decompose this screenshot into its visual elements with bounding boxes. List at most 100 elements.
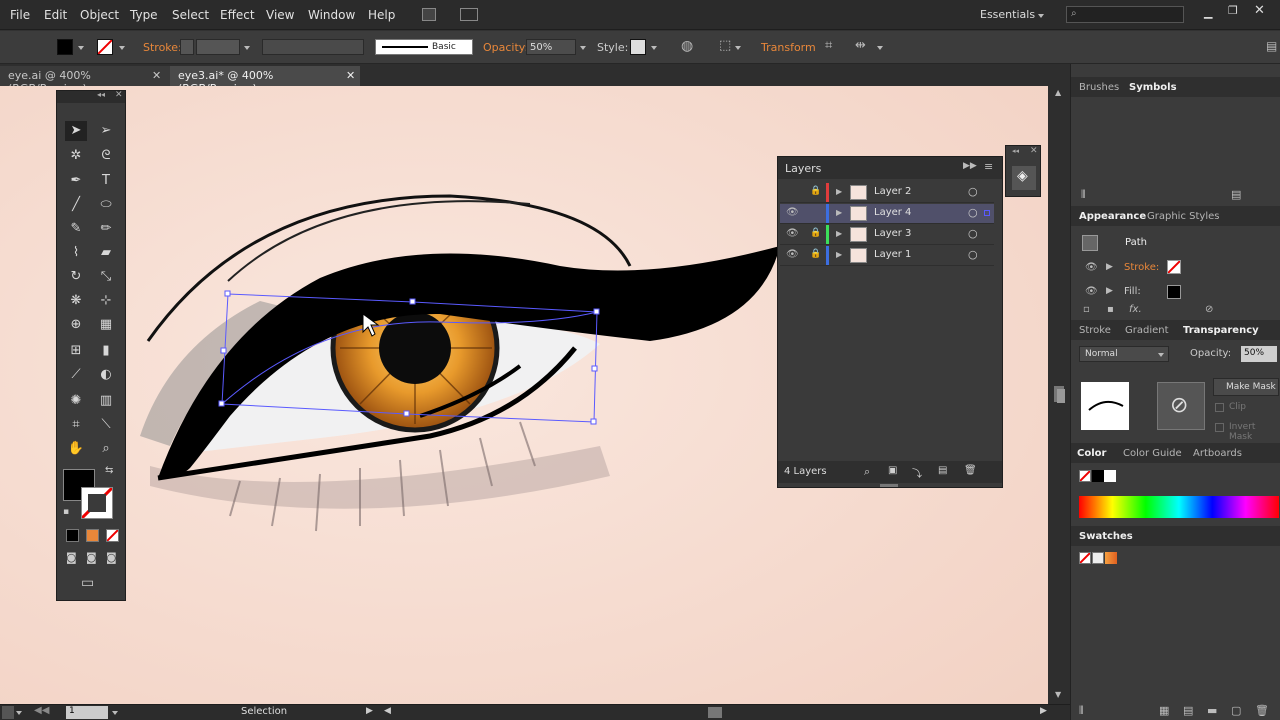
scroll-down-icon[interactable]: ▼ xyxy=(1055,690,1061,699)
chevron-down-icon[interactable] xyxy=(16,711,22,715)
scroll-up-icon[interactable]: ▲ xyxy=(1055,88,1061,97)
bridge-icon[interactable] xyxy=(422,8,436,21)
column-graph-icon[interactable]: ▥ xyxy=(95,391,117,411)
direct-selection-tool-icon[interactable]: ➢ xyxy=(95,121,117,141)
symbol-sprayer-icon[interactable]: ✺ xyxy=(65,391,87,411)
appearance-stroke-label[interactable]: Stroke: xyxy=(1124,262,1159,273)
new-symbol-icon[interactable]: ▤ xyxy=(1231,188,1241,201)
menu-effect[interactable]: Effect xyxy=(220,8,255,22)
color-mode-icon[interactable] xyxy=(66,529,79,542)
collapse-icon[interactable]: ◂◂ xyxy=(1012,147,1019,155)
tab-appearance[interactable]: Appearance xyxy=(1079,211,1146,222)
target-icon[interactable]: ○ xyxy=(968,248,978,261)
expand-icon[interactable]: ▶ xyxy=(1106,286,1113,296)
page-field[interactable]: 1 xyxy=(66,706,108,719)
eye-icon[interactable]: 👁 xyxy=(1085,262,1098,273)
tab-brushes[interactable]: Brushes xyxy=(1079,82,1119,93)
arrange-documents-icon[interactable] xyxy=(460,8,478,21)
none-mode-icon[interactable] xyxy=(106,529,119,542)
resize-grip[interactable] xyxy=(880,484,898,487)
blend-mode-select[interactable]: Normal xyxy=(1079,346,1169,362)
new-swatch-icon[interactable]: ▢ xyxy=(1231,704,1241,717)
tab-symbols[interactable]: Symbols xyxy=(1129,82,1177,93)
stroke-none-swatch[interactable] xyxy=(1167,260,1181,274)
isolate-icon[interactable]: ⌗ xyxy=(825,38,832,53)
expand-panel-icon[interactable]: ▶▶ xyxy=(963,161,977,171)
make-mask-button[interactable]: Make Mask xyxy=(1213,378,1279,396)
swatch-none[interactable] xyxy=(1079,552,1091,564)
mask-thumbnail[interactable]: ⊘ xyxy=(1157,382,1205,430)
tab-gradient[interactable]: Gradient xyxy=(1125,325,1169,336)
layer-row[interactable]: 👁 🔒 ▶ Layer 3 ○ xyxy=(780,225,994,245)
swatch-libraries-icon[interactable]: ⫴ xyxy=(1079,704,1084,718)
first-page-icon[interactable]: ◀◀ xyxy=(34,705,49,716)
selection-indicator[interactable] xyxy=(984,210,990,216)
pen-tool-icon[interactable]: ✒ xyxy=(65,171,87,191)
status-menu-icon[interactable]: ▶ xyxy=(366,706,373,716)
chevron-down-icon[interactable] xyxy=(112,711,118,715)
tab-graphic-styles[interactable]: Graphic Styles xyxy=(1147,211,1219,222)
layer-name[interactable]: Layer 2 xyxy=(874,186,911,197)
close-tab-icon[interactable]: ✕ xyxy=(152,69,161,82)
transform-link[interactable]: Transform xyxy=(761,41,816,54)
scroll-left-icon[interactable]: ◀ xyxy=(384,706,391,716)
menu-window[interactable]: Window xyxy=(308,8,355,22)
menu-object[interactable]: Object xyxy=(80,8,119,22)
free-transform-icon[interactable]: ⊹ xyxy=(95,291,117,311)
chevron-down-icon[interactable] xyxy=(877,46,883,50)
perspective-grid-icon[interactable]: ▦ xyxy=(95,315,117,335)
new-sublayer-icon[interactable]: ⤵ xyxy=(912,465,922,480)
close-tab-icon[interactable]: ✕ xyxy=(346,69,355,82)
close-icon[interactable]: ✕ xyxy=(115,90,123,100)
layer-row[interactable]: 👁 ▶ Layer 4 ○ xyxy=(780,204,994,224)
lock-icon[interactable]: 🔒 xyxy=(810,249,821,259)
color-white-swatch[interactable] xyxy=(1104,470,1116,482)
zoom-field[interactable] xyxy=(2,706,14,719)
hscroll-thumb[interactable] xyxy=(708,707,722,718)
blend-tool-icon[interactable]: ◐ xyxy=(95,365,117,385)
delete-layer-icon[interactable]: 🗑 xyxy=(964,465,977,476)
fx-icon[interactable]: fx. xyxy=(1129,304,1142,315)
lasso-icon[interactable]: ᘓ xyxy=(95,146,117,166)
expand-layer-icon[interactable]: ▶ xyxy=(836,250,842,259)
clip-checkbox[interactable] xyxy=(1215,403,1224,412)
workspace-switcher[interactable]: Essentials xyxy=(980,8,1035,21)
artboard-tool-icon[interactable]: ⌗ xyxy=(65,415,87,435)
target-icon[interactable]: ○ xyxy=(968,206,978,219)
make-clipping-mask-icon[interactable]: ▣ xyxy=(888,465,897,476)
shape-builder-icon[interactable]: ⊕ xyxy=(65,315,87,335)
graphic-style-swatch[interactable] xyxy=(630,39,646,55)
color-black-swatch[interactable] xyxy=(1092,470,1104,482)
draw-inside-icon[interactable]: ◙ xyxy=(106,551,117,564)
blob-brush-icon[interactable]: ⌇ xyxy=(65,243,87,263)
panel-menu-icon[interactable]: ≡ xyxy=(984,160,993,173)
collapse-icon[interactable]: ◂◂ xyxy=(97,90,105,99)
close-icon[interactable]: ✕ xyxy=(1030,146,1038,156)
color-spectrum[interactable] xyxy=(1079,496,1279,518)
zoom-tool-icon[interactable]: ⌕ xyxy=(95,439,117,459)
lock-icon[interactable]: 🔒 xyxy=(810,186,821,196)
draw-behind-icon[interactable]: ◙ xyxy=(86,551,97,564)
close-icon[interactable]: ✕ xyxy=(1254,3,1265,18)
tab-eye[interactable]: eye.ai @ 400% (RGB/Preview) ✕ xyxy=(0,66,170,95)
chevron-down-icon[interactable] xyxy=(119,46,125,50)
clear-appearance-icon[interactable]: ⊘ xyxy=(1205,304,1213,315)
tab-artboards[interactable]: Artboards xyxy=(1193,448,1242,459)
layer-name[interactable]: Layer 1 xyxy=(874,249,911,260)
magic-wand-icon[interactable]: ✲ xyxy=(65,146,87,166)
add-new-stroke-icon[interactable]: ▫ xyxy=(1083,304,1090,315)
mesh-tool-icon[interactable]: ⊞ xyxy=(65,341,87,361)
panel-menu-icon[interactable]: ▤ xyxy=(1266,39,1277,53)
slice-tool-icon[interactable]: ⟍ xyxy=(95,415,117,435)
paintbrush-icon[interactable]: ✎ xyxy=(65,219,87,239)
selection-tool-icon[interactable]: ➤ xyxy=(65,121,87,141)
symbol-libraries-icon[interactable]: ⫴ xyxy=(1081,188,1086,202)
transparency-opacity-field[interactable]: 50% xyxy=(1241,346,1277,362)
eraser-icon[interactable]: ▰ xyxy=(95,243,117,263)
chevron-down-icon[interactable] xyxy=(244,46,250,50)
visibility-eye-icon[interactable]: 👁 xyxy=(786,207,799,218)
layer-row[interactable]: 👁 🔒 ▶ Layer 1 ○ xyxy=(780,246,994,266)
fill-swatch[interactable] xyxy=(57,39,73,55)
menu-select[interactable]: Select xyxy=(172,8,209,22)
hand-tool-icon[interactable]: ✋ xyxy=(65,439,87,459)
